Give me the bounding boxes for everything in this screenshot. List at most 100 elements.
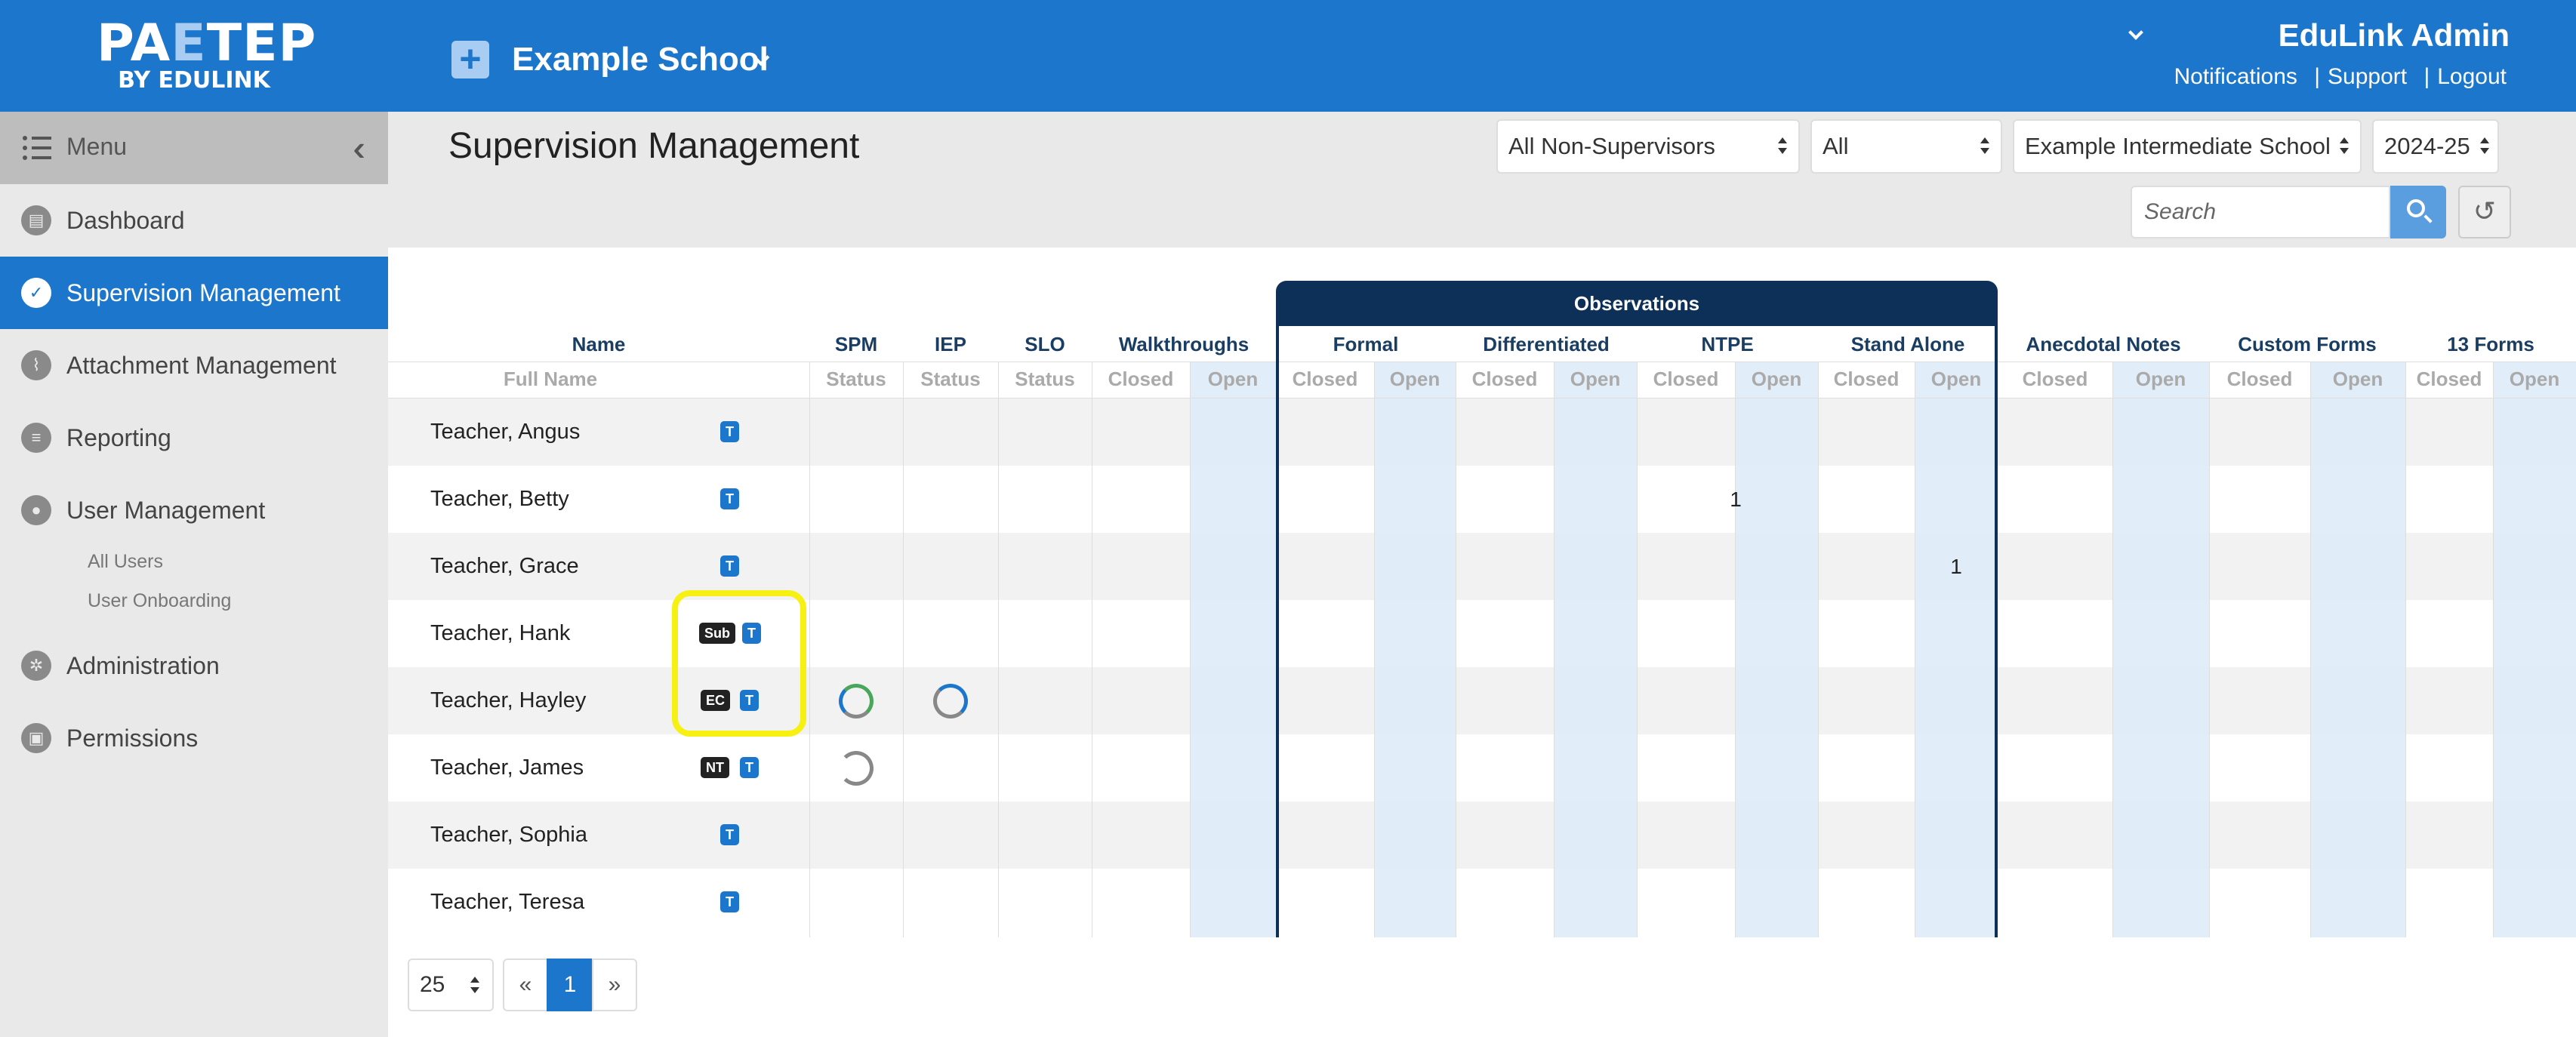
iep-status-icon[interactable] <box>933 684 968 719</box>
column-header-stand-alone[interactable]: Stand Alone <box>1818 331 1998 358</box>
previous-page-button[interactable]: « <box>503 959 548 1011</box>
column-header-differentiated[interactable]: Differentiated <box>1456 331 1637 358</box>
role-badge: T <box>720 421 739 442</box>
column-header-formal[interactable]: Formal <box>1276 331 1456 358</box>
top-links: Notifications | Support | Logout <box>2169 63 2507 91</box>
column-header-name[interactable]: Name <box>388 331 809 358</box>
collapse-sidebar-icon[interactable]: ‹‹ <box>353 131 364 165</box>
next-page-button[interactable]: » <box>592 959 637 1011</box>
column-header-iep[interactable]: IEP <box>903 331 998 358</box>
sidebar-item-permissions[interactable]: ▣ Permissions <box>0 702 388 774</box>
search-input[interactable]: Search <box>2131 186 2390 238</box>
page-size-select[interactable]: 25 <box>408 959 494 1011</box>
sidebar-item-label: Reporting <box>66 424 171 451</box>
subheader-open: Open <box>1207 368 1259 390</box>
grid-line <box>1374 362 1375 937</box>
grid-line <box>809 362 810 937</box>
teacher-name[interactable]: Teacher, Hayley <box>430 667 586 734</box>
observations-group-header: Observations <box>1276 281 1998 326</box>
grid-line <box>1818 362 1819 937</box>
column-header-spm[interactable]: SPM <box>809 331 903 358</box>
ntpe-open-count[interactable]: 1 <box>1688 466 1783 533</box>
sidebar-item-label: Dashboard <box>66 207 185 234</box>
link-separator: | <box>2423 64 2430 89</box>
column-header-slo[interactable]: SLO <box>998 331 1092 358</box>
table-row[interactable] <box>388 802 2576 869</box>
table-row[interactable] <box>388 869 2576 936</box>
supervisor-filter-select[interactable]: All Non-Supervisors <box>1496 119 1800 174</box>
sidebar-item-user-management[interactable]: ● User Management <box>0 474 388 546</box>
column-header-anecdotal-notes[interactable]: Anecdotal Notes <box>1998 331 2209 358</box>
select-arrows-icon <box>470 977 480 995</box>
dashboard-icon: ▤ <box>21 205 51 235</box>
subheader-status: Status <box>826 368 886 390</box>
year-filter-select[interactable]: 2024-25 <box>2372 119 2499 174</box>
search-icon-handle <box>2423 214 2433 223</box>
grid-line <box>1554 362 1555 937</box>
reset-button[interactable]: ↺ <box>2458 186 2511 238</box>
sidebar-item-reporting[interactable]: ≡ Reporting <box>0 402 388 474</box>
teacher-name[interactable]: Teacher, Angus <box>430 398 580 466</box>
select-value: 2024-25 <box>2384 133 2470 159</box>
spm-status-icon[interactable] <box>839 751 874 786</box>
column-header-custom-forms[interactable]: Custom Forms <box>2209 331 2405 358</box>
sidebar-item-label: Permissions <box>66 725 199 752</box>
logo-wordmark: PAETEP <box>97 14 317 73</box>
user-icon: ● <box>21 495 51 525</box>
teacher-name[interactable]: Teacher, Hank <box>430 600 570 667</box>
stand-alone-open-count[interactable]: 1 <box>1909 533 2004 600</box>
sidebar-item-attachment-management[interactable]: ⌇ Attachment Management <box>0 329 388 402</box>
table-row[interactable] <box>388 533 2576 600</box>
select-arrows-icon <box>1777 137 1788 155</box>
logo[interactable]: PAETEP BY EDULINK <box>97 14 317 92</box>
sidebar-item-supervision-management[interactable]: ✓ Supervision Management <box>0 257 388 329</box>
teacher-name[interactable]: Teacher, Sophia <box>430 802 587 869</box>
teacher-name[interactable]: Teacher, Grace <box>430 533 579 600</box>
subheader-closed: Closed <box>1653 368 1719 390</box>
select-arrows-icon <box>1980 137 1990 155</box>
sidebar-subitem-user-onboarding[interactable]: User Onboarding <box>88 590 231 612</box>
open-column-stripe <box>1915 362 1998 937</box>
add-school-button[interactable]: + <box>451 38 489 80</box>
paperclip-icon: ⌇ <box>21 350 51 380</box>
notifications-link[interactable]: Notifications <box>2174 64 2297 89</box>
role-badge: T <box>720 891 739 912</box>
grid-line <box>2405 362 2406 937</box>
menu-header: Menu ‹‹ <box>0 112 388 184</box>
grid-line <box>1735 362 1736 937</box>
sidebar-subitem-all-users[interactable]: All Users <box>88 551 163 573</box>
table-row[interactable] <box>388 466 2576 533</box>
open-column-stripe <box>1735 362 1818 937</box>
sidebar-item-dashboard[interactable]: ▤ Dashboard <box>0 184 388 257</box>
select-value: 25 <box>420 972 445 997</box>
role-badge: T <box>742 623 761 644</box>
column-header-walkthroughs[interactable]: Walkthroughs <box>1092 331 1276 358</box>
school-selector[interactable]: Example School <box>512 39 769 80</box>
open-column-stripe <box>1374 362 1456 937</box>
plus-icon: + <box>459 38 482 80</box>
subheader-open: Open <box>2332 368 2383 390</box>
teacher-name[interactable]: Teacher, Betty <box>430 466 569 533</box>
open-column-stripe <box>2112 362 2209 937</box>
spm-status-icon[interactable] <box>839 684 874 719</box>
search-button[interactable] <box>2390 186 2446 238</box>
page-1-button[interactable]: 1 <box>547 959 593 1011</box>
support-link[interactable]: Support <box>2328 64 2407 89</box>
column-header-13-forms[interactable]: 13 Forms <box>2405 331 2576 358</box>
user-menu-chevron-icon[interactable] <box>2128 25 2143 40</box>
subheader-status: Status <box>920 368 981 390</box>
select-arrows-icon <box>2339 137 2350 155</box>
logout-link[interactable]: Logout <box>2437 64 2507 89</box>
teacher-name[interactable]: Teacher, Teresa <box>430 869 584 936</box>
school-filter-select[interactable]: Example Intermediate School <box>2013 119 2362 174</box>
open-column-stripe <box>1554 362 1637 937</box>
user-menu[interactable]: EduLink Admin <box>2279 17 2510 54</box>
grid-line <box>903 362 904 937</box>
sidebar-item-label: Attachment Management <box>66 352 337 379</box>
role-filter-select[interactable]: All <box>1810 119 2002 174</box>
role-badge: T <box>740 690 759 711</box>
column-header-ntpe[interactable]: NTPE <box>1637 331 1818 358</box>
teacher-name[interactable]: Teacher, James <box>430 734 584 802</box>
sidebar-item-administration[interactable]: ✲ Administration <box>0 629 388 702</box>
table-row[interactable] <box>388 398 2576 466</box>
